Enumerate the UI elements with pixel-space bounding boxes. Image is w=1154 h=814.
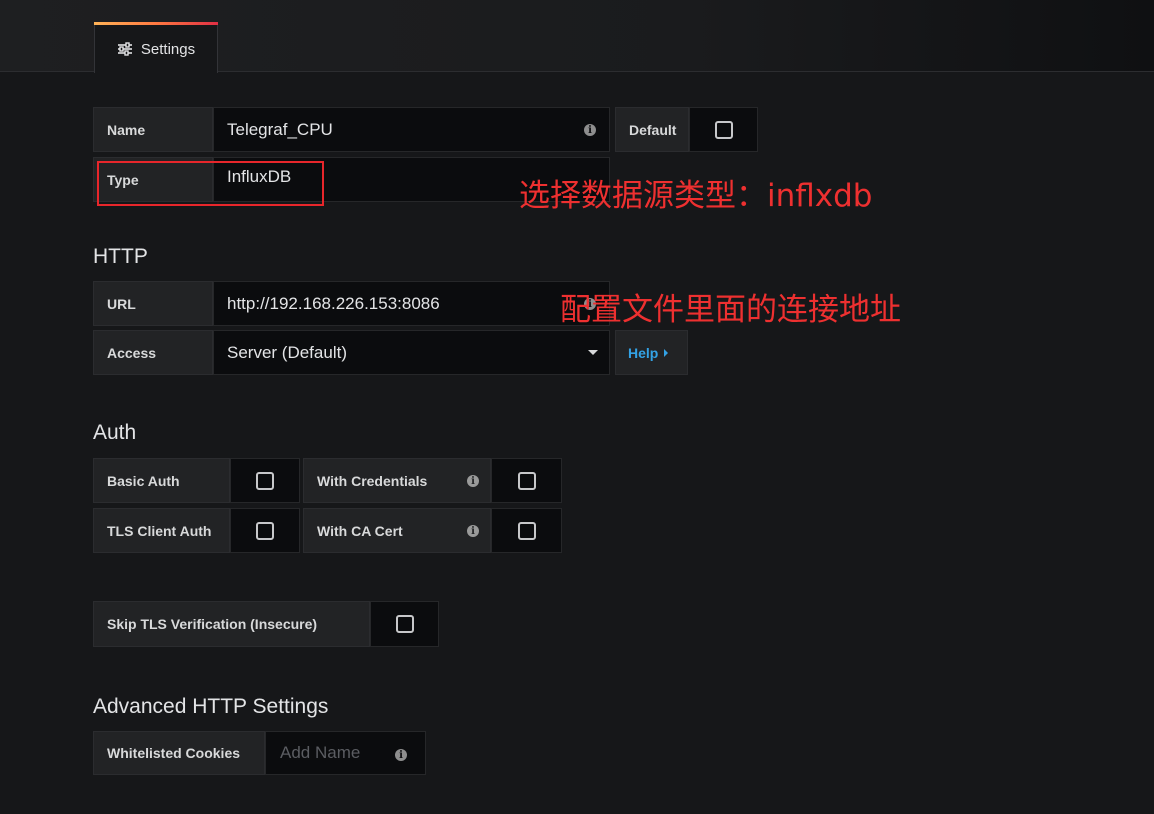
http-heading: HTTP: [93, 245, 148, 268]
checkbox-square: [517, 521, 536, 540]
add-name-placeholder: Add Name: [280, 743, 361, 762]
tab-settings[interactable]: Settings: [94, 25, 218, 73]
help-button[interactable]: Help: [615, 330, 688, 375]
checkbox-square: [256, 521, 274, 540]
chevron-down-icon: [588, 350, 598, 355]
name-value: Telegraf_CPU: [227, 119, 333, 139]
access-value: Server (Default): [227, 342, 347, 362]
whitelisted-cookies-info-icon[interactable]: i: [395, 749, 407, 761]
tab-settings-label: Settings: [140, 40, 196, 58]
whitelisted-cookies-label: Whitelisted Cookies: [93, 731, 265, 775]
tls-client-auth-checkbox[interactable]: [230, 508, 300, 553]
basic-auth-checkbox[interactable]: [230, 458, 300, 503]
name-label: Name: [93, 107, 213, 152]
checkbox-square: [256, 471, 274, 490]
default-checkbox[interactable]: [689, 107, 758, 152]
default-label: Default: [615, 107, 689, 152]
basic-auth-label: Basic Auth: [93, 458, 230, 503]
with-ca-cert-checkbox[interactable]: [491, 508, 562, 553]
name-input[interactable]: Telegraf_CPU: [213, 107, 610, 152]
tls-client-auth-label: TLS Client Auth: [93, 508, 230, 553]
checkbox-square: [517, 471, 536, 490]
with-ca-cert-info-icon[interactable]: i: [467, 525, 479, 537]
annotation-highlight-box: [97, 161, 324, 206]
sliders-icon: [117, 42, 133, 56]
url-value: http://192.168.226.153:8086: [227, 293, 440, 313]
skip-tls-label: Skip TLS Verification (Insecure): [93, 601, 370, 647]
checkbox-square: [714, 120, 733, 139]
with-ca-cert-label: With CA Cert: [303, 508, 491, 553]
annotation-url-note: 配置文件里面的连接地址: [560, 292, 901, 328]
url-label: URL: [93, 281, 213, 326]
auth-heading: Auth: [93, 421, 137, 444]
with-credentials-info-icon[interactable]: i: [467, 475, 479, 487]
checkbox-square: [395, 615, 414, 633]
url-input[interactable]: http://192.168.226.153:8086: [213, 281, 610, 326]
caret-right-icon: [664, 348, 669, 357]
access-label: Access: [93, 330, 213, 375]
with-credentials-label: With Credentials: [303, 458, 491, 503]
skip-tls-checkbox[interactable]: [370, 601, 439, 647]
help-label: Help: [628, 344, 659, 361]
name-info-icon[interactable]: i: [584, 124, 596, 136]
advanced-heading: Advanced HTTP Settings: [93, 695, 329, 718]
annotation-type-note: 选择数据源类型：inflxdb: [519, 178, 873, 214]
access-select[interactable]: Server (Default): [213, 330, 610, 375]
with-credentials-checkbox[interactable]: [491, 458, 562, 503]
